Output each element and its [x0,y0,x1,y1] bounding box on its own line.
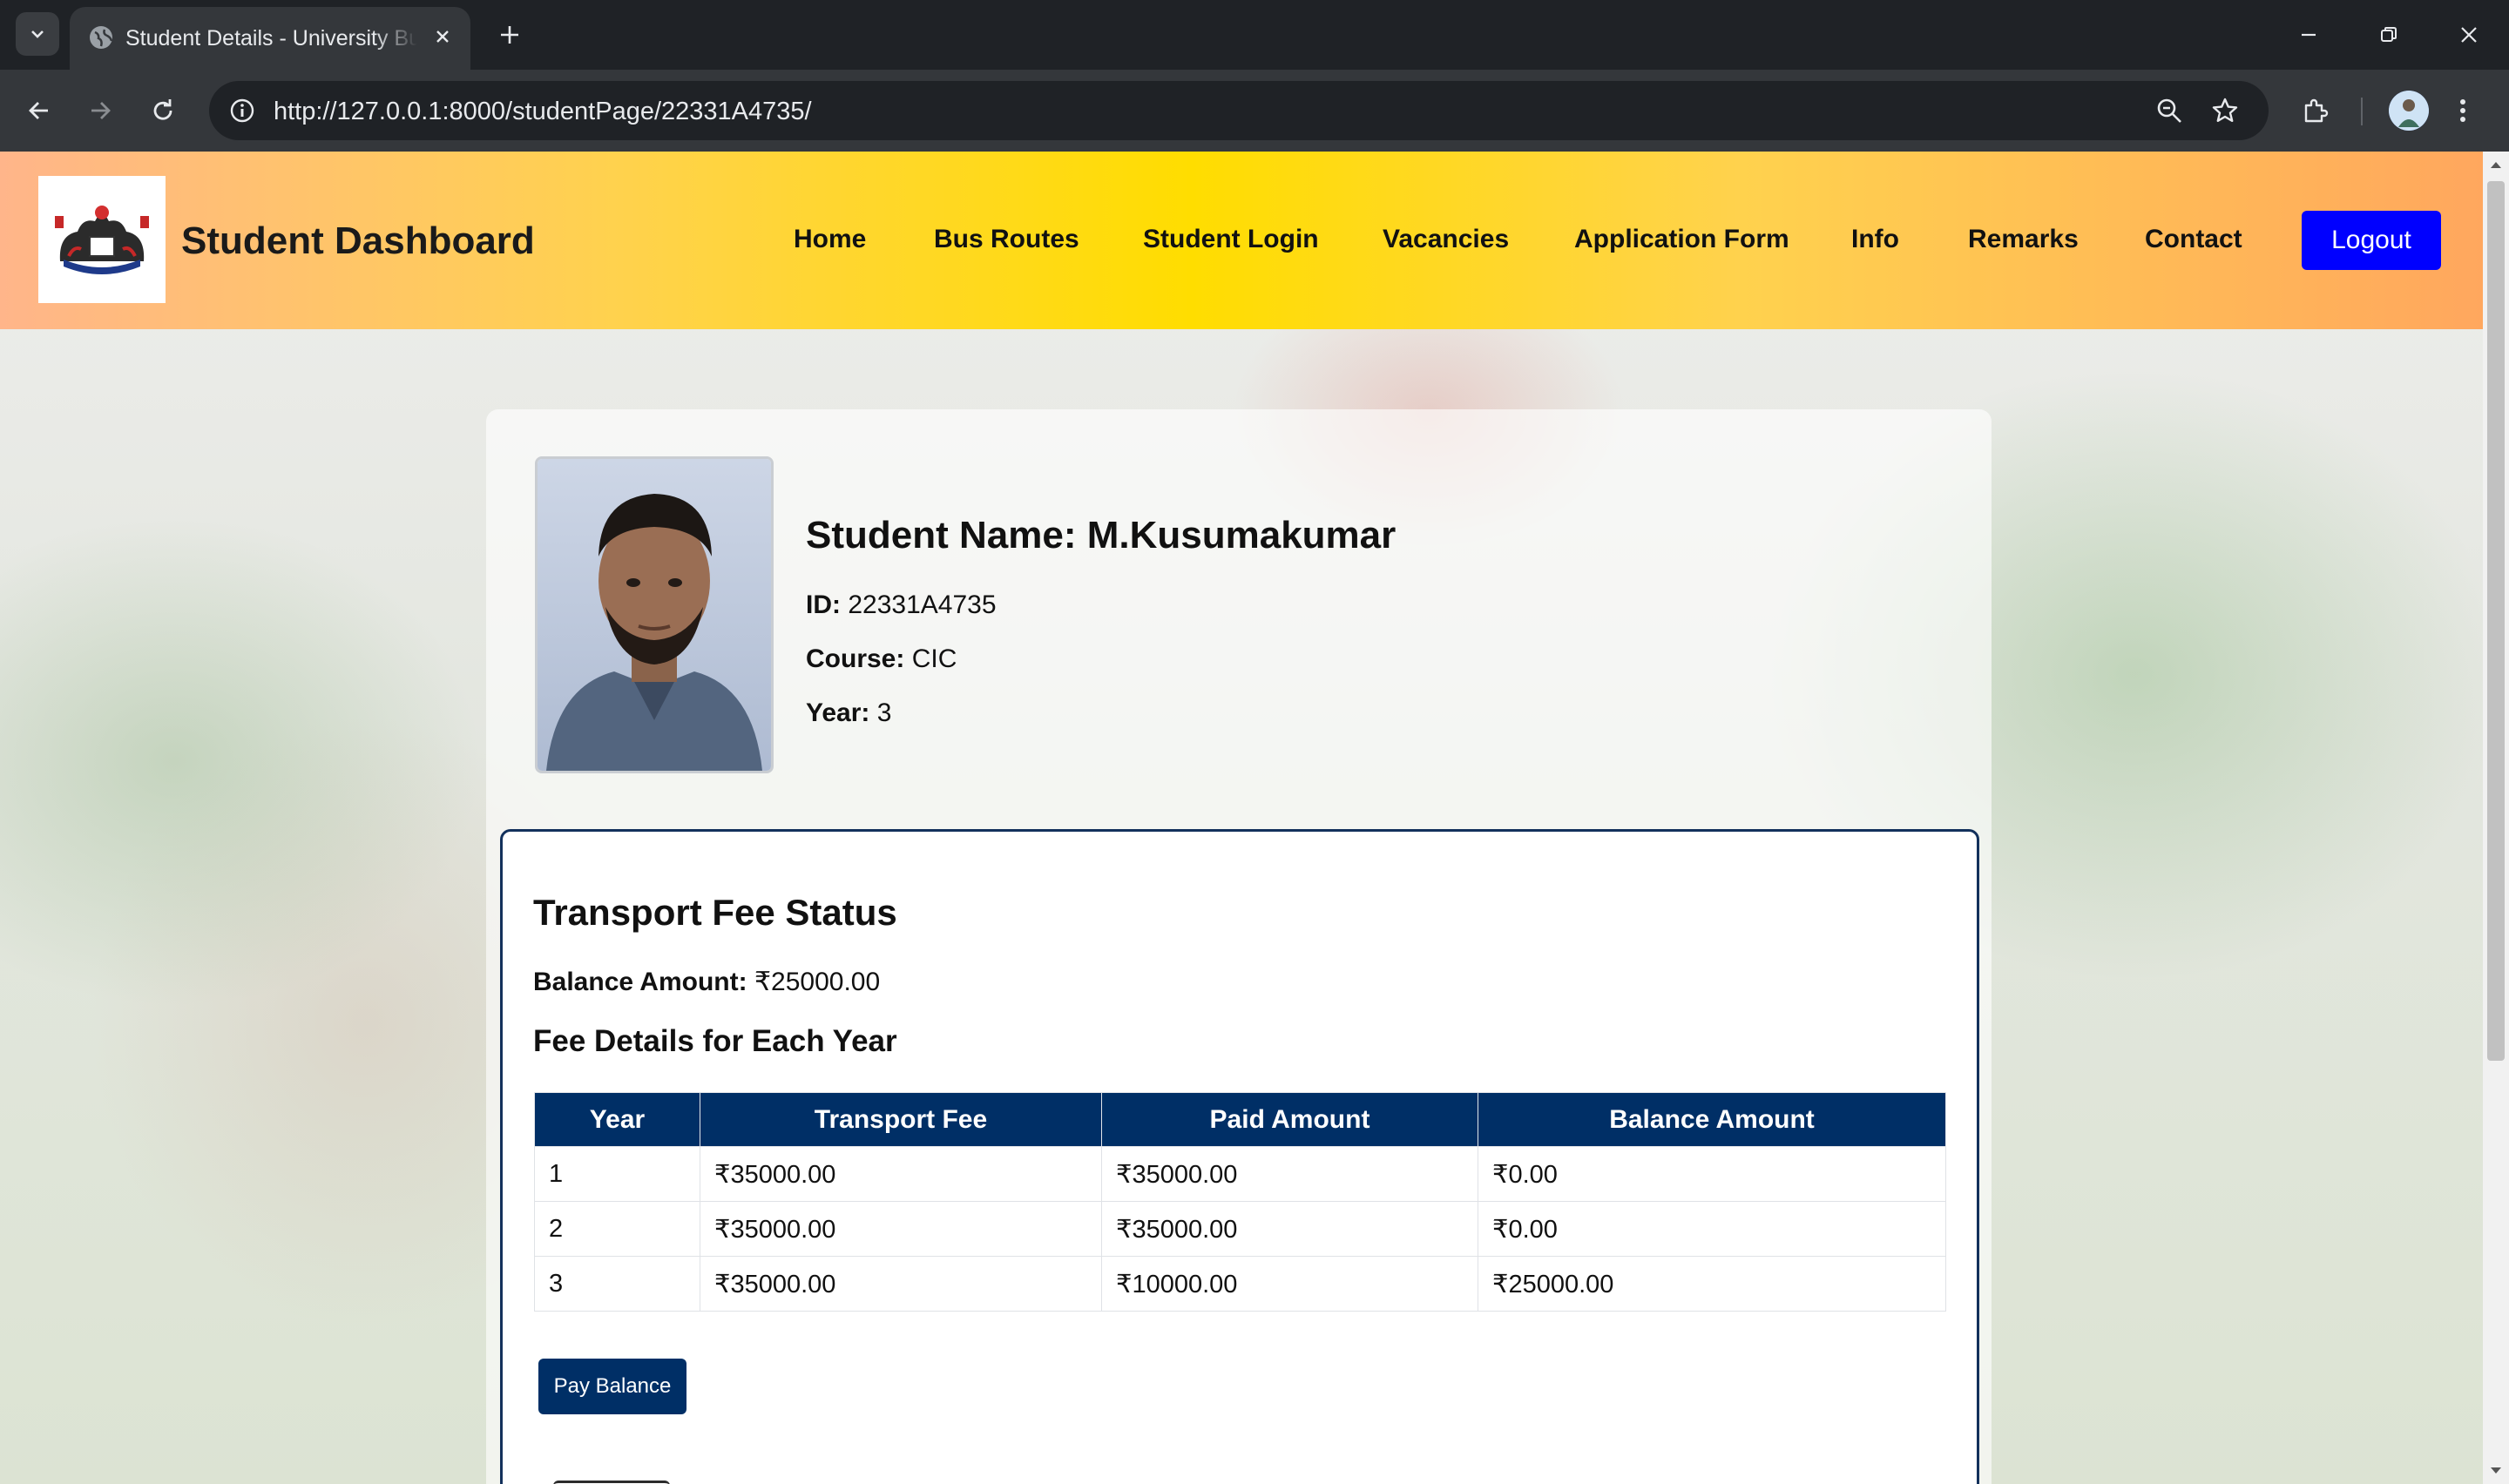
new-tab-button[interactable] [492,17,527,52]
scroll-up-arrow-icon [2491,162,2501,168]
balance-amount-label: Balance Amount: [533,968,747,996]
plus-icon [501,26,518,44]
site-brand-title: Student Dashboard [181,219,535,262]
nav-student-login[interactable]: Student Login [1143,225,1319,254]
cell-paid-amount: ₹35000.00 [1101,1146,1478,1202]
student-course-label: Course: [806,644,905,673]
student-year-line: Year: 3 [806,698,891,728]
browser-toolbar: http://127.0.0.1:8000/studentPage/22331A… [0,70,2509,152]
column-header-balance-amount: Balance Amount [1478,1092,1946,1147]
tab-title: Student Details - University Bus [125,26,417,51]
column-header-transport-fee: Transport Fee [700,1092,1102,1147]
nav-home[interactable]: Home [794,225,866,254]
balance-amount-value: ₹25000.00 [754,968,881,996]
cell-year: 3 [534,1256,700,1312]
browser-tab-strip: Student Details - University Bus [0,0,2509,70]
table-row: 1 ₹35000.00 ₹35000.00 ₹0.00 [534,1146,1946,1202]
scroll-down-button[interactable] [2483,1458,2509,1484]
student-name-value: M.Kusumakumar [1086,514,1397,556]
site-info-button[interactable] [221,90,263,132]
fee-details-table: Year Transport Fee Paid Amount Balance A… [534,1092,1946,1312]
nav-bus-routes[interactable]: Bus Routes [934,225,1079,254]
forward-arrow-icon [91,102,111,119]
close-icon [2461,27,2477,43]
column-header-year: Year [534,1092,700,1147]
reload-icon [153,99,172,120]
nav-vacancies[interactable]: Vacancies [1383,225,1509,254]
page-scrollbar[interactable] [2483,152,2509,1484]
nav-info[interactable]: Info [1851,225,1899,254]
cell-paid-amount: ₹35000.00 [1101,1201,1478,1257]
globe-icon [90,26,113,49]
scrollbar-thumb[interactable] [2487,181,2505,1061]
chevron-down-icon [31,30,44,38]
student-course-line: Course: CIC [806,644,957,674]
student-year-label: Year: [806,698,870,727]
student-id-label: ID: [806,590,841,619]
zoom-button[interactable] [2148,90,2190,132]
cell-year: 2 [534,1201,700,1257]
partially-visible-button[interactable] [553,1481,670,1484]
table-row: 3 ₹35000.00 ₹10000.00 ₹25000.00 [534,1256,1946,1312]
minimize-button[interactable] [2282,14,2335,56]
column-header-paid-amount: Paid Amount [1101,1092,1478,1147]
pay-balance-button[interactable]: Pay Balance [538,1359,686,1414]
close-window-button[interactable] [2443,14,2495,56]
tab-search-button[interactable] [16,12,59,56]
scroll-up-button[interactable] [2483,152,2509,178]
cell-transport-fee: ₹35000.00 [700,1256,1102,1312]
restore-icon [2381,27,2397,42]
cell-transport-fee: ₹35000.00 [700,1146,1102,1202]
bookmark-star-icon [2212,98,2238,122]
table-header-row: Year Transport Fee Paid Amount Balance A… [534,1092,1946,1147]
extensions-button[interactable] [2293,89,2337,132]
forward-button[interactable] [78,89,122,132]
nav-application-form[interactable]: Application Form [1574,225,1789,254]
profile-avatar[interactable] [2389,91,2429,131]
minimize-icon [2302,33,2316,37]
student-course-value: CIC [911,644,957,673]
scroll-down-arrow-icon [2491,1467,2501,1474]
toolbar-divider [2361,98,2363,125]
fee-details-title: Fee Details for Each Year [533,1024,897,1058]
fee-status-title: Transport Fee Status [533,892,897,933]
zoom-icon [2157,98,2181,123]
site-info-icon [230,98,254,123]
balance-amount-line: Balance Amount: ₹25000.00 [533,967,880,997]
cell-balance-amount: ₹0.00 [1478,1201,1946,1257]
nav-contact[interactable]: Contact [2145,225,2242,254]
bookmark-button[interactable] [2204,90,2246,132]
logout-button[interactable]: Logout [2302,211,2441,270]
page-viewport: Student Dashboard Home Bus Routes Studen… [0,152,2483,1484]
reload-button[interactable] [141,89,185,132]
cell-balance-amount: ₹25000.00 [1478,1256,1946,1312]
extensions-icon [2304,98,2329,123]
browser-tab-active[interactable]: Student Details - University Bus [70,7,470,70]
site-header: Student Dashboard Home Bus Routes Studen… [0,152,2483,329]
student-id-value: 22331A4735 [848,590,997,619]
student-year-value: 3 [876,698,892,727]
close-icon [436,30,449,43]
nav-remarks[interactable]: Remarks [1968,225,2079,254]
student-name-heading: Student Name: M.Kusumakumar [806,514,1396,557]
address-bar[interactable]: http://127.0.0.1:8000/studentPage/22331A… [209,81,2269,140]
more-menu-button[interactable] [2450,89,2476,132]
cell-balance-amount: ₹0.00 [1478,1146,1946,1202]
cell-paid-amount: ₹10000.00 [1101,1256,1478,1312]
table-row: 2 ₹35000.00 ₹35000.00 ₹0.00 [534,1201,1946,1257]
url-text[interactable]: http://127.0.0.1:8000/studentPage/22331A… [274,98,812,126]
cell-year: 1 [534,1146,700,1202]
more-menu-icon [2460,99,2465,122]
cell-transport-fee: ₹35000.00 [700,1201,1102,1257]
student-photo [535,456,774,773]
student-id-line: ID: 22331A4735 [806,590,997,620]
back-arrow-icon [29,102,48,119]
student-name-label: Student Name: [806,514,1077,556]
university-logo [38,176,166,303]
tab-close-button[interactable] [427,21,458,52]
back-button[interactable] [17,89,61,132]
restore-button[interactable] [2363,14,2415,56]
